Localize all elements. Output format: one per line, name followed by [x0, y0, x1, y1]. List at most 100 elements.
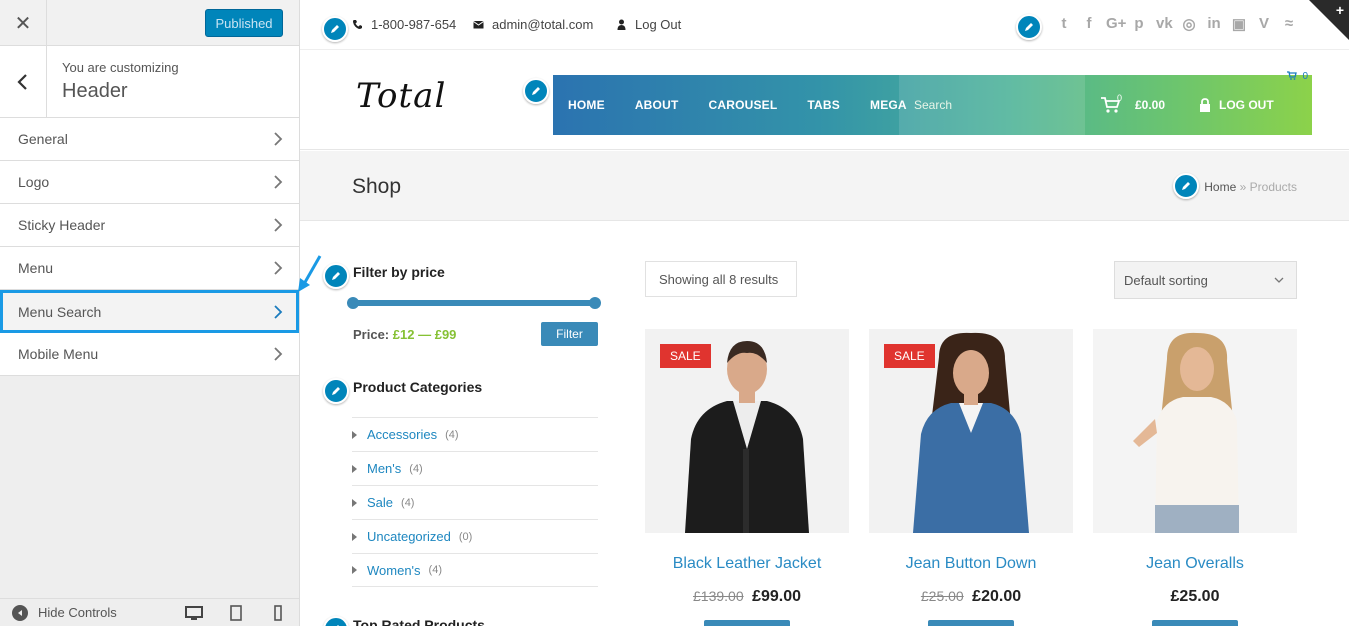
product-image[interactable]: SALE [869, 329, 1073, 533]
category-name[interactable]: Women's [367, 563, 421, 578]
nav-tabs[interactable]: TABS [792, 98, 855, 112]
sale-badge: SALE [884, 344, 935, 368]
product-image[interactable]: SALE [645, 329, 849, 533]
chevron-down-icon [1274, 277, 1284, 283]
edit-shortcut-icon[interactable] [1173, 173, 1199, 199]
nav-logout[interactable]: LOG OUT [1199, 75, 1274, 135]
publish-button[interactable]: Published [205, 9, 283, 37]
linkedin-icon[interactable]: in [1206, 15, 1222, 33]
breadcrumb: Home » Products [1204, 180, 1297, 194]
section-logo[interactable]: Logo [0, 161, 299, 204]
product-name[interactable]: Black Leather Jacket [645, 555, 849, 573]
tablet-icon[interactable] [225, 605, 247, 621]
mini-cart-count: 0 [1302, 71, 1308, 82]
chevron-right-icon [273, 304, 283, 320]
nav-carousel[interactable]: CAROUSEL [693, 98, 792, 112]
logout-link[interactable]: Log Out [635, 17, 681, 32]
caret-right-icon [352, 430, 357, 439]
filter-button[interactable]: Filter [541, 322, 598, 346]
slider-handle-max[interactable] [589, 297, 601, 309]
list-item[interactable]: Women's (4) [352, 553, 598, 587]
site-logo[interactable]: Total [356, 76, 446, 116]
plus-icon[interactable]: + [1336, 2, 1344, 18]
list-item[interactable]: Sale (4) [352, 485, 598, 519]
section-label: Menu [18, 260, 54, 276]
close-icon[interactable]: ✕ [0, 0, 47, 46]
desktop-icon[interactable] [183, 605, 205, 621]
section-menu[interactable]: Menu [0, 247, 299, 290]
phone-item: 1-800-987-654 [352, 17, 456, 32]
vimeo-icon[interactable]: V [1256, 15, 1272, 33]
pinterest-icon[interactable]: p [1131, 15, 1147, 33]
caret-right-icon [352, 464, 357, 473]
mini-cart-icon [1287, 71, 1298, 80]
cart-link[interactable]: 0 £0.00 [1101, 75, 1165, 135]
nav-home[interactable]: HOME [553, 98, 620, 112]
section-sticky-header[interactable]: Sticky Header [0, 204, 299, 247]
product-price: £25.00 [1093, 588, 1297, 606]
list-item[interactable]: Men's (4) [352, 451, 598, 485]
menu-search-input[interactable]: Search [899, 75, 1085, 135]
nav-about[interactable]: ABOUT [620, 98, 694, 112]
add-to-cart-button[interactable] [928, 620, 1014, 626]
chevron-right-icon [273, 217, 283, 233]
product-name[interactable]: Jean Button Down [869, 555, 1073, 573]
mobile-icon[interactable] [267, 605, 289, 621]
facebook-icon[interactable]: f [1081, 15, 1097, 33]
logout-item[interactable]: Log Out [616, 17, 681, 32]
page-title-bar: Shop Home » Products [300, 151, 1349, 221]
customizer-footer: Hide Controls [0, 598, 299, 626]
twitter-icon[interactable]: t [1056, 15, 1072, 33]
top-bar: 1-800-987-654 admin@total.com Log Out t … [300, 0, 1349, 50]
section-general[interactable]: General [0, 118, 299, 161]
breadcrumb-home[interactable]: Home [1204, 180, 1236, 194]
vk-icon[interactable]: vk [1156, 15, 1173, 33]
edit-shortcut-icon[interactable] [323, 263, 349, 289]
list-item[interactable]: Accessories (4) [352, 417, 598, 451]
slider-handle-min[interactable] [347, 297, 359, 309]
phone-icon [353, 20, 362, 29]
flickr-icon[interactable]: ▣ [1231, 15, 1247, 33]
edit-shortcut-icon[interactable] [322, 16, 348, 42]
mini-cart[interactable]: 0 [1287, 71, 1308, 82]
product-image[interactable] [1093, 329, 1297, 533]
category-name[interactable]: Sale [367, 495, 393, 510]
caret-right-icon [352, 498, 357, 507]
category-name[interactable]: Uncategorized [367, 529, 451, 544]
collapse-icon[interactable] [12, 604, 28, 621]
add-to-cart-button[interactable] [704, 620, 790, 626]
product-card[interactable]: SALE Jean Button Down £25.00 £20.00 [869, 329, 1073, 626]
edit-shortcut-icon[interactable] [323, 616, 349, 626]
instagram-icon[interactable]: ◎ [1181, 15, 1197, 33]
section-menu-search[interactable]: Menu Search [0, 290, 299, 333]
add-to-cart-button[interactable] [1152, 620, 1238, 626]
email-address[interactable]: admin@total.com [492, 17, 593, 32]
site-header: Total HOME ABOUT CAROUSEL TABS MEGA Sear… [300, 50, 1349, 150]
product-card[interactable]: SALE Black Leather Jacket £139.00 £99.00 [645, 329, 849, 626]
back-button[interactable] [0, 46, 47, 118]
section-label: Mobile Menu [18, 346, 99, 362]
category-count: (4) [409, 462, 423, 475]
edit-shortcut-icon[interactable] [1016, 14, 1042, 40]
list-item[interactable]: Uncategorized (0) [352, 519, 598, 553]
category-name[interactable]: Accessories [367, 427, 437, 442]
google-plus-icon[interactable]: G+ [1106, 15, 1126, 33]
breadcrumb-current: Products [1249, 180, 1297, 194]
edit-shortcut-icon[interactable] [323, 378, 349, 404]
category-name[interactable]: Men's [367, 461, 401, 476]
sorting-select[interactable]: Default sorting [1114, 261, 1297, 299]
hide-controls-button[interactable]: Hide Controls [38, 605, 117, 620]
rss-icon[interactable]: ≈ [1281, 15, 1297, 33]
section-label: Sticky Header [18, 217, 106, 233]
cart-count: 0 [1117, 93, 1123, 103]
chevron-right-icon [273, 174, 283, 190]
product-name[interactable]: Jean Overalls [1093, 555, 1297, 573]
product-card[interactable]: Jean Overalls £25.00 [1093, 329, 1297, 626]
edit-shortcut-icon[interactable] [523, 78, 549, 104]
old-price: £25.00 [920, 588, 964, 604]
price-range-slider[interactable] [347, 297, 601, 309]
envelope-icon [473, 21, 484, 29]
category-count: (4) [401, 496, 415, 509]
section-mobile-menu[interactable]: Mobile Menu [0, 333, 299, 376]
section-label: General [18, 131, 68, 147]
